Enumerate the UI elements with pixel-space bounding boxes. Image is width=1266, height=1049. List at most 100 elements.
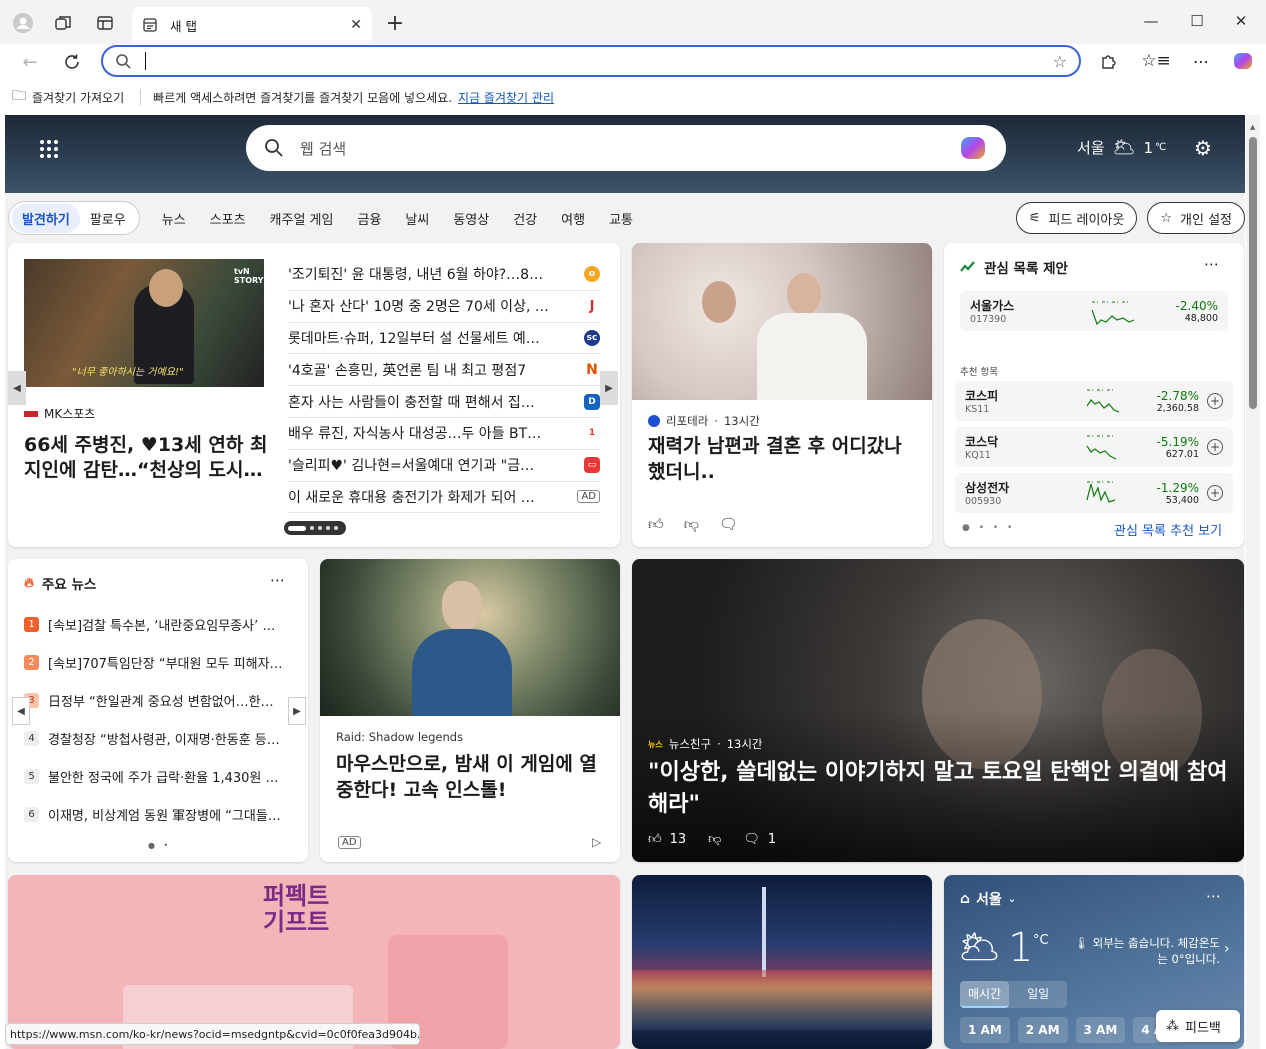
- thumbs-up-icon[interactable]: 👍︎: [648, 515, 664, 534]
- weather-summary[interactable]: 서울 🌥 1 ℃: [1077, 137, 1166, 158]
- vertical-tabs-icon[interactable]: [90, 8, 120, 38]
- apps-grid-icon[interactable]: [35, 135, 63, 163]
- category-finance[interactable]: 금융: [357, 209, 381, 228]
- hour-item[interactable]: 1 AM: [960, 1017, 1010, 1043]
- big-story-card[interactable]: 뉴스 뉴스친구 · 13시간 "이상한, 쓸데없는 이야기하지 말고 토요일 탄핵안…: [632, 559, 1244, 862]
- feature-story-card[interactable]: 리포테라 · 13시간 재력가 남편과 결혼 후 어디갔나 했더니.. 👍︎ 👎︎ 🗨︎: [632, 243, 932, 547]
- minimize-button[interactable]: —: [1128, 6, 1174, 36]
- feedback-button[interactable]: ⁂ 피드백: [1156, 1010, 1240, 1042]
- stock-row[interactable]: 서울가스 017390 -2.40% 48,800: [960, 291, 1228, 331]
- hour-item[interactable]: 2 AM: [1017, 1017, 1068, 1043]
- more-options-icon[interactable]: ⋯: [1204, 255, 1219, 273]
- city-story-card[interactable]: [632, 875, 932, 1049]
- profile-icon[interactable]: [8, 8, 38, 38]
- more-options-icon[interactable]: ⋯: [270, 571, 285, 589]
- maximize-button[interactable]: ☐: [1174, 6, 1220, 36]
- carousel-prev-button[interactable]: ◀: [8, 371, 26, 405]
- headline-item[interactable]: 이 새로운 휴대용 충전기가 화제가 되어 … AD: [288, 482, 600, 514]
- sparkline: [1086, 389, 1120, 413]
- import-favorites-link[interactable]: 즐겨찾기 가져오기: [32, 89, 124, 106]
- ad-card[interactable]: Raid: Shadow legends 마우스만으로, 밤새 이 게임에 열중…: [320, 559, 620, 862]
- headline-item[interactable]: '조기퇴진' 윤 대통령, 내년 6월 하야?…8… o: [288, 259, 600, 291]
- headline-item[interactable]: '나 혼자 산다' 10명 중 2명은 70세 이상, … J: [288, 291, 600, 323]
- list-item[interactable]: 4 경찰청장 “방첩사령관, 이재명·한동훈 등…: [24, 719, 294, 757]
- headline-item[interactable]: 배우 류진, 자식농사 대성공…두 아들 BT… 1: [288, 418, 600, 450]
- carousel-image[interactable]: tvN STORY "너무 좋아하시는 거예요!": [24, 259, 264, 387]
- settings-more-icon[interactable]: ⋯: [1188, 48, 1214, 74]
- category-video[interactable]: 동영상: [453, 209, 489, 228]
- tab-follow[interactable]: 팔로우: [80, 204, 136, 233]
- top-news-prev-button[interactable]: ◀: [12, 697, 30, 725]
- weather-header[interactable]: ⌂ 서울 ⌄: [960, 889, 1016, 909]
- personalize-button[interactable]: ☆ 개인 설정: [1147, 202, 1245, 234]
- watchlist-see-more-link[interactable]: 관심 목록 추천 보기: [1114, 520, 1222, 539]
- headline-item[interactable]: '슬리피♥' 김나현=서울예대 연기과 "금… ▭: [288, 450, 600, 482]
- list-item[interactable]: 5 불안한 정국에 주가 급락·환율 1,430원 …: [24, 757, 294, 795]
- active-tab[interactable]: 새 탭 ✕: [132, 7, 372, 43]
- tab-daily[interactable]: 일일: [1009, 981, 1067, 1008]
- top-news-pager[interactable]: ● •: [148, 841, 171, 850]
- thumbs-down-icon[interactable]: 👎︎: [684, 515, 699, 534]
- stock-name: 코스닥: [965, 435, 999, 449]
- thumbs-down-icon[interactable]: 👎︎: [708, 832, 721, 847]
- list-item[interactable]: 2 [속보]707특임단장 “부대원 모두 피해자…: [24, 643, 294, 681]
- sparkline: [1086, 481, 1116, 503]
- chevron-right-icon[interactable]: ›: [1224, 941, 1230, 957]
- favorites-icon[interactable]: ☆≡: [1141, 48, 1170, 74]
- feed-layout-button[interactable]: ⚟ 피드 레이아웃: [1015, 202, 1138, 234]
- close-window-button[interactable]: ✕: [1218, 6, 1264, 36]
- copilot-icon[interactable]: [1230, 48, 1256, 74]
- headline-item[interactable]: 롯데마트·슈퍼, 12일부터 설 선물세트 예… sc: [288, 323, 600, 355]
- stock-row[interactable]: 코스닥 KQ11 -5.19% 627.01 +: [955, 427, 1233, 467]
- carousel-pager[interactable]: [284, 521, 346, 535]
- new-tab-button[interactable]: +: [380, 8, 410, 38]
- category-health[interactable]: 건강: [513, 209, 537, 228]
- stock-row[interactable]: 삼성전자 005930 -1.29% 53,400 +: [955, 473, 1233, 513]
- scrollbar-track[interactable]: ▲: [1246, 115, 1260, 1049]
- category-casual-games[interactable]: 캐주얼 게임: [270, 209, 334, 228]
- gear-icon[interactable]: ⚙: [1190, 135, 1216, 161]
- ad-choices-icon[interactable]: ▷: [592, 835, 601, 849]
- category-weather[interactable]: 날씨: [405, 209, 429, 228]
- back-button[interactable]: ←: [16, 48, 44, 76]
- close-tab-icon[interactable]: ✕: [350, 17, 362, 33]
- refresh-button[interactable]: [58, 48, 86, 76]
- add-favorite-icon[interactable]: ☆: [1053, 52, 1067, 71]
- extensions-icon[interactable]: [1096, 48, 1122, 74]
- watchlist-pager[interactable]: ● • • •: [962, 523, 1015, 533]
- workspaces-icon[interactable]: [48, 8, 78, 38]
- feed-layout-label: 피드 레이아웃: [1048, 212, 1125, 228]
- list-item[interactable]: 3 日정부 “한일관계 중요성 변함없어…한…: [24, 681, 294, 719]
- scroll-up-icon[interactable]: ▲: [1250, 123, 1255, 131]
- top-news-next-button[interactable]: ▶: [288, 697, 306, 725]
- headline-item[interactable]: '4호골' 손흥민, 英언론 팀 내 최고 평점7 N: [288, 354, 600, 387]
- carousel-next-button[interactable]: ▶: [600, 371, 618, 405]
- tab-discover[interactable]: 발견하기: [12, 203, 80, 233]
- scrollbar-thumb[interactable]: [1249, 137, 1257, 409]
- category-travel[interactable]: 여행: [561, 209, 585, 228]
- comment-icon[interactable]: 🗨︎: [719, 515, 738, 534]
- more-options-icon[interactable]: ⋯: [1206, 887, 1221, 905]
- water-reflection: [632, 970, 932, 1030]
- category-sports[interactable]: 스포츠: [210, 209, 246, 228]
- tab-hourly[interactable]: 매시간: [960, 981, 1010, 1008]
- category-news[interactable]: 뉴스: [162, 209, 186, 228]
- hour-item[interactable]: 3 AM: [1075, 1017, 1126, 1043]
- source-badge: sc: [584, 329, 600, 346]
- headline-item[interactable]: 혼자 사는 사람들이 충전할 때 편해서 집… D: [288, 386, 600, 418]
- list-item[interactable]: 1 [속보]검찰 특수본, ‘내란중요임무종사’ …: [24, 605, 294, 643]
- carousel-title[interactable]: 66세 주병진, ♥13세 연하 최 지인에 감탄…“천상의 도시…: [24, 433, 269, 485]
- manage-favorites-link[interactable]: 지금 즐겨찾기 관리: [458, 89, 554, 106]
- address-bar[interactable]: ☆: [101, 45, 1081, 77]
- add-stock-icon[interactable]: +: [1207, 485, 1223, 501]
- category-traffic[interactable]: 교통: [609, 209, 633, 228]
- add-stock-icon[interactable]: +: [1207, 439, 1223, 455]
- list-item[interactable]: 6 이재명, 비상계엄 동원 軍장병에 “그대들…: [24, 795, 294, 833]
- stock-row[interactable]: 코스피 KS11 -2.78% 2,360.58 +: [955, 381, 1233, 421]
- thumbs-up-icon[interactable]: 👍︎: [648, 832, 662, 847]
- news-text: 이재명, 비상계엄 동원 軍장병에 “그대들…: [48, 808, 281, 824]
- web-search-box[interactable]: 웹 검색: [246, 125, 1006, 171]
- copilot-icon[interactable]: [958, 133, 988, 163]
- add-stock-icon[interactable]: +: [1207, 393, 1223, 409]
- comment-icon[interactable]: 🗨︎: [743, 832, 760, 847]
